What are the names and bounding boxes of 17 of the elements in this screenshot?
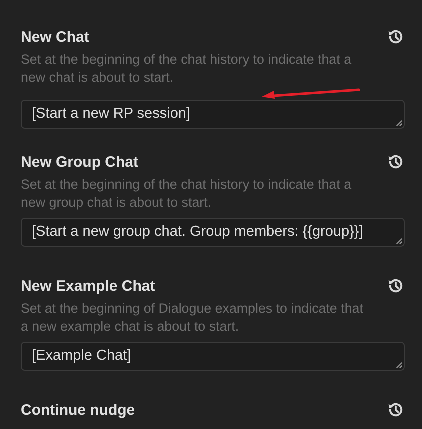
history-icon[interactable] bbox=[387, 277, 405, 295]
history-icon[interactable] bbox=[387, 28, 405, 46]
history-icon[interactable] bbox=[387, 401, 405, 419]
setting-description: Set at the beginning of the chat history to indicate that a new group chat is about to start. bbox=[21, 176, 353, 212]
setting-description: Set at the beginning of Dialogue examples to indicate that a new example chat is about to start. bbox=[21, 300, 364, 336]
setting-title: New Group Chat bbox=[21, 154, 139, 170]
input-field[interactable]: [Example Chat] bbox=[21, 342, 405, 371]
resize-grip-icon[interactable] bbox=[396, 238, 403, 245]
resize-grip-icon[interactable] bbox=[396, 120, 403, 127]
setting-title: Continue nudge bbox=[21, 402, 136, 418]
setting-title: New Chat bbox=[21, 28, 90, 46]
input-field[interactable]: [Start a new group chat. Group members: {{group}}] bbox=[21, 218, 405, 247]
input-field[interactable]: [Start a new RP session] bbox=[21, 100, 405, 129]
setting-title: New Example Chat bbox=[21, 278, 156, 294]
resize-grip-icon[interactable] bbox=[396, 362, 403, 369]
setting-description: Set at the beginning of the chat history to indicate that a new chat is about to start. bbox=[21, 51, 353, 87]
history-icon[interactable] bbox=[387, 153, 405, 171]
